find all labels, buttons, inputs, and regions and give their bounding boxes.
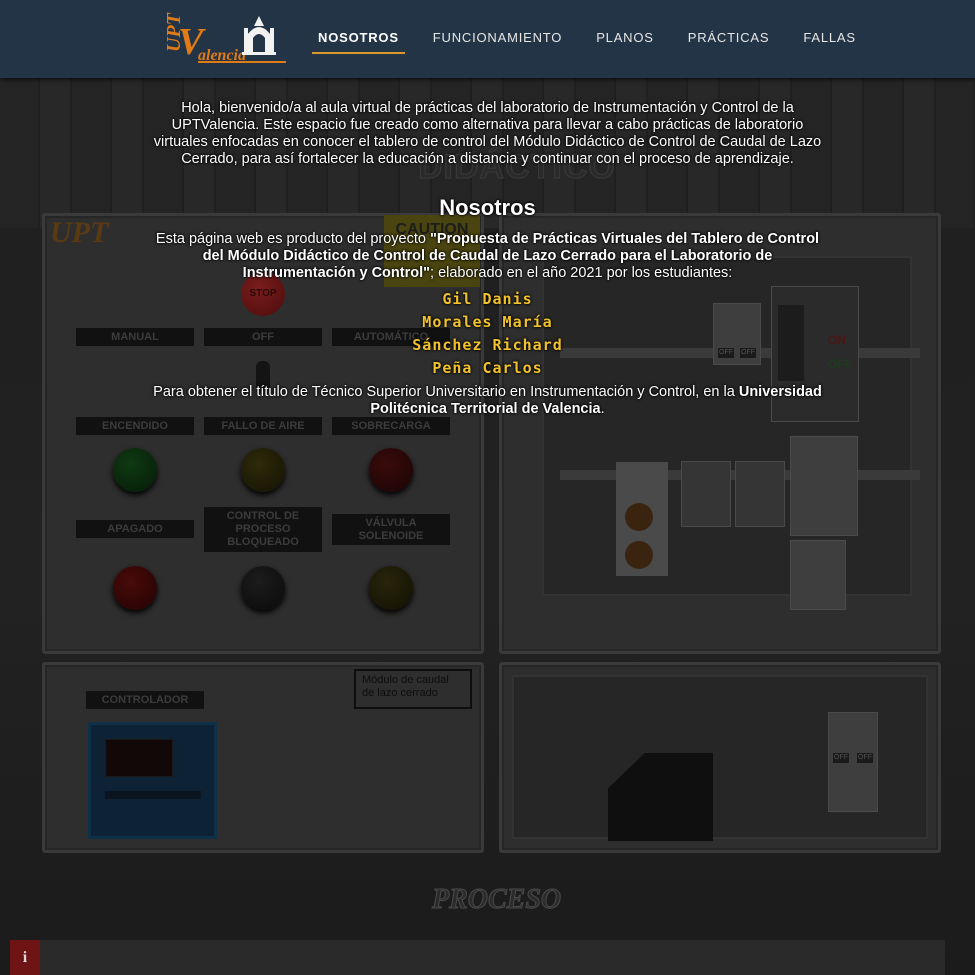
info-icon[interactable]: i [10, 940, 40, 975]
student-name: Morales María [422, 313, 553, 331]
controller-display [105, 739, 173, 777]
contactor-secondary [790, 436, 858, 536]
navbar: UPT V alencia NOSOTROS FUNCIONAMIENTO PL… [0, 0, 975, 78]
lamp-fallo-de-aire [241, 448, 285, 492]
nav-planos[interactable]: PLANOS [590, 24, 660, 54]
degree-suffix: . [600, 401, 605, 417]
breaker-small-bottom[interactable]: OFF OFF [828, 712, 878, 812]
project-suffix: ; elaborado en el año 2021 por los estud… [430, 265, 733, 281]
controller-button-bar [105, 791, 201, 799]
phase-relay [616, 462, 668, 576]
nav-fallas[interactable]: FALLAS [797, 24, 862, 54]
degree-prefix: Para obtener el título de Técnico Superi… [153, 384, 739, 400]
degree-paragraph: Para obtener el título de Técnico Superi… [150, 384, 825, 418]
overload-relay [790, 540, 846, 610]
lamp-valvula-solenoide [369, 566, 413, 610]
students-list: Gil Danis Morales María Sánchez Richard … [0, 290, 975, 382]
lamp-sobrecarga [369, 448, 413, 492]
lamp-proceso-bloqueado [241, 566, 285, 610]
section-heading: Nosotros [439, 195, 536, 220]
label-apagado: APAGADO [76, 520, 194, 538]
label-control-proceso-bloqueado: CONTROL DE PROCESO BLOQUEADO [204, 507, 322, 552]
student-name: Gil Danis [442, 290, 533, 308]
project-paragraph: Esta página web es producto del proyecto… [150, 231, 825, 282]
main-nav: NOSOTROS FUNCIONAMIENTO PLANOS PRÁCTICAS… [312, 24, 884, 54]
label-fallo-de-aire: FALLO DE AIRE [204, 417, 322, 435]
student-name: Peña Carlos [432, 359, 543, 377]
relay-2 [735, 461, 785, 527]
nav-practicas[interactable]: PRÁCTICAS [682, 24, 776, 54]
intro-paragraph: Hola, bienvenido/a al aula virtual de pr… [153, 100, 822, 167]
panel-logo: UPT [50, 216, 109, 249]
project-prefix: Esta página web es producto del proyecto [155, 231, 430, 247]
bottom-section-bar [40, 940, 945, 975]
relay-1 [681, 461, 731, 527]
label-encendido: ENCENDIDO [76, 417, 194, 435]
proceso-heading: PROCESO [431, 884, 562, 916]
upt-valencia-logo[interactable]: UPT V alencia [158, 12, 290, 64]
lamp-apagado [113, 566, 157, 610]
controller-device[interactable] [88, 722, 217, 839]
student-name: Sánchez Richard [412, 336, 563, 354]
modulo-caudal-label: Módulo de caudal de lazo cerrado [354, 669, 472, 709]
label-sobrecarga: SOBRECARGA [332, 417, 450, 435]
nav-funcionamiento[interactable]: FUNCIONAMIENTO [427, 24, 568, 54]
label-controlador: CONTROLADOR [86, 691, 204, 709]
label-valvula-solenoide: VÁLVULA SOLENOIDE [332, 514, 450, 545]
nav-nosotros[interactable]: NOSOTROS [312, 24, 405, 54]
lamp-encendido [113, 448, 157, 492]
